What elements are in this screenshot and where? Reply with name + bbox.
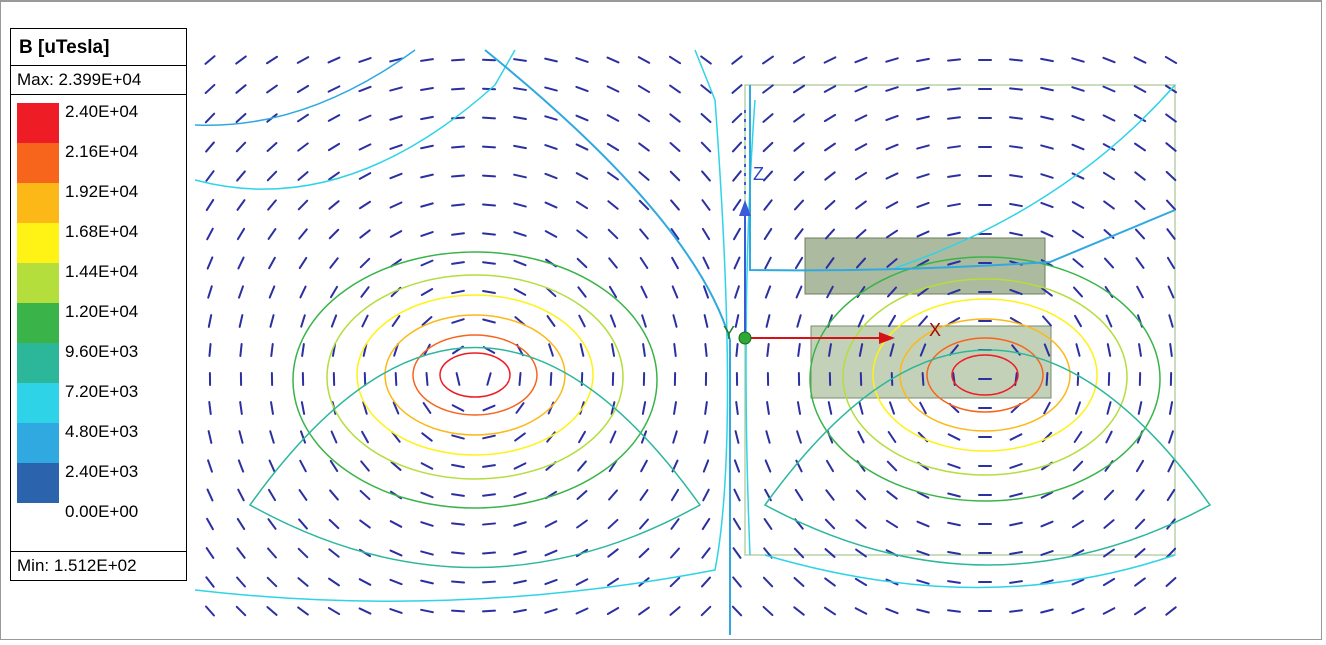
legend-swatch [17,143,59,183]
legend-value: 1.92E+04 [65,183,180,223]
plot-svg [195,10,1315,635]
legend-value: 1.44E+04 [65,263,180,303]
legend-title: B [uTesla] [11,29,186,66]
legend-value: 1.68E+04 [65,223,180,263]
axis-z-label: Z [753,164,764,185]
legend-swatch [17,103,59,143]
legend-min: Min: 1.512E+02 [11,551,186,580]
axis-x-label: X [929,320,941,341]
contour-lines [195,50,1210,635]
legend-value: 1.20E+04 [65,303,180,343]
legend-value: 2.16E+04 [65,143,180,183]
field-plot[interactable]: X Z Y [195,10,1315,635]
legend-scale: 2.40E+042.16E+041.92E+041.68E+041.44E+04… [11,95,186,551]
legend-value: 2.40E+04 [65,103,180,143]
legend-swatch [17,183,59,223]
axis-triad [739,110,895,344]
legend-swatch [17,223,59,263]
legend-swatch [17,343,59,383]
legend-swatch [17,383,59,423]
domain-box [745,85,1175,555]
legend-value: 2.40E+03 [65,463,180,503]
legend-max: Max: 2.399E+04 [11,66,186,95]
legend-value: 4.80E+03 [65,423,180,463]
legend-value: 0.00E+00 [65,503,180,543]
legend-colorbar [17,103,59,503]
legend-value: 9.60E+03 [65,343,180,383]
block-upper [805,238,1045,294]
legend-swatch [17,423,59,463]
legend-swatch [17,463,59,503]
legend-labels: 2.40E+042.16E+041.92E+041.68E+041.44E+04… [65,103,180,543]
legend-value: 7.20E+03 [65,383,180,423]
axis-y-label: Y [723,323,735,344]
color-legend: B [uTesla] Max: 2.399E+04 2.40E+042.16E+… [10,28,187,581]
legend-swatch [17,263,59,303]
legend-swatch [17,303,59,343]
